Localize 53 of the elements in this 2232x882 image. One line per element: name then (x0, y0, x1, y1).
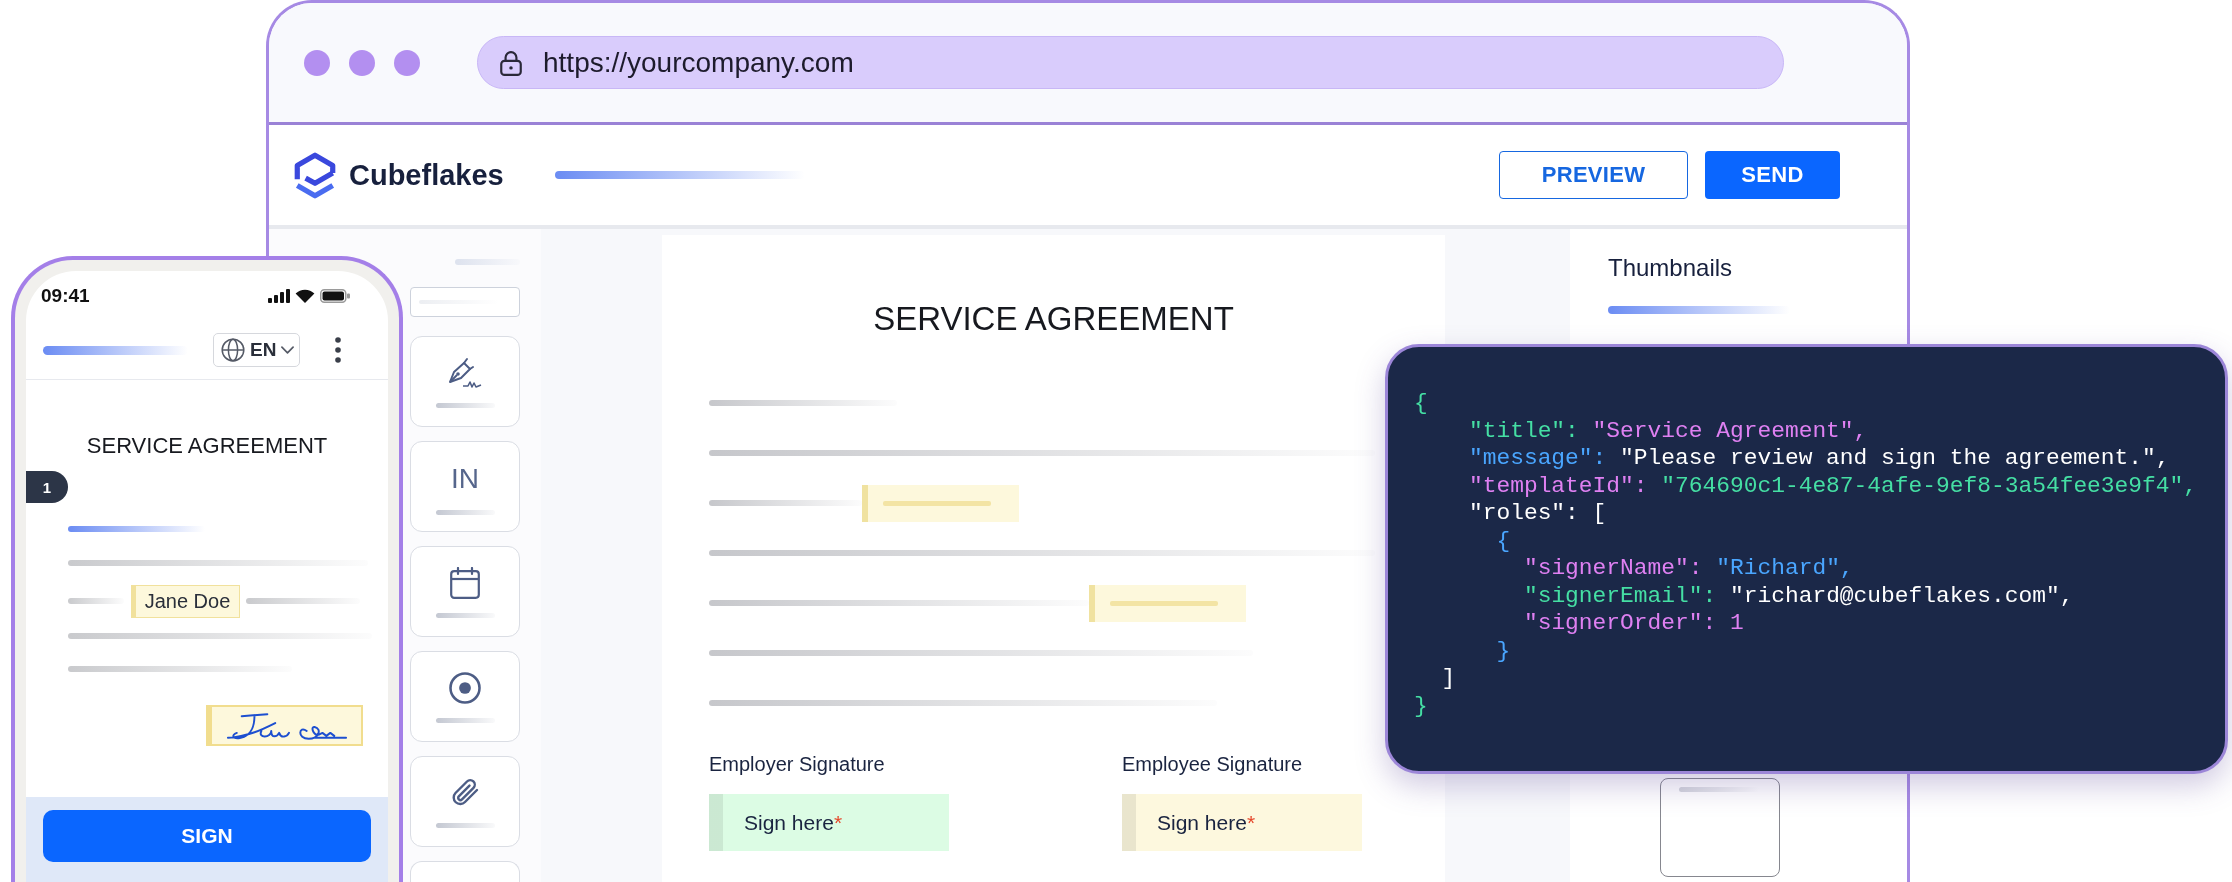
code-line: "templateId": "764690c1-4e87-4afe-9ef8-3a54fee3e9f4", (1468, 472, 2197, 500)
more-icon[interactable] (335, 337, 341, 363)
address-bar[interactable]: https://yourcompany.com (477, 36, 1784, 89)
signature-field[interactable] (206, 705, 363, 746)
window-dot-icon[interactable] (304, 49, 330, 76)
send-button[interactable]: SEND (1705, 151, 1840, 199)
input-field[interactable] (862, 484, 1019, 522)
signature-field[interactable]: Sign here* (709, 794, 949, 851)
name-field[interactable]: Jane Doe (131, 584, 240, 618)
code-line: "signerOrder": 1 (1523, 610, 1744, 638)
tool-button[interactable] (410, 546, 520, 637)
input-field[interactable] (410, 287, 520, 317)
tool-button[interactable] (410, 756, 520, 847)
code-line: "signerName": "Richard", (1523, 555, 1854, 583)
lock-icon (500, 49, 522, 76)
tool-button[interactable] (410, 651, 520, 742)
brand-name: Cubeflakes (349, 158, 504, 192)
preview-button[interactable]: PREVIEW (1499, 151, 1688, 199)
chevron-down-icon (281, 346, 295, 354)
globe-icon (221, 338, 245, 362)
calendar-icon (450, 567, 480, 599)
code-line: { (1414, 390, 1428, 418)
page-thumbnail[interactable] (1660, 778, 1780, 877)
tool-button[interactable]: IN (410, 441, 520, 532)
signature-label: Employee Signature (1122, 752, 1304, 776)
status-time: 09:41 (41, 285, 90, 307)
sign-button[interactable]: SIGN (43, 810, 371, 862)
code-line: "message": "Please review and sign the agreement.", (1468, 445, 2170, 473)
code-line: { (1496, 527, 1511, 555)
signature-field[interactable]: Sign here* (1122, 794, 1362, 851)
code-line: } (1496, 637, 1511, 665)
logo-icon (292, 150, 338, 200)
signal-icon (268, 289, 290, 303)
window-dot-icon[interactable] (349, 49, 375, 76)
code-line: "signerEmail": "richard@cubeflakes.com", (1523, 582, 2074, 610)
placeholder-bar (455, 259, 520, 265)
code-line: "roles": [ (1468, 500, 1607, 528)
code-line: "title": "Service Agreement", (1468, 417, 1868, 445)
language-dropdown[interactable]: EN (213, 333, 300, 367)
panel-title: Thumbnails (1608, 254, 1733, 282)
code-line: } (1414, 692, 1428, 720)
code-line: ] (1441, 665, 1456, 693)
radio-button-icon (449, 672, 481, 704)
window-dot-icon[interactable] (394, 49, 420, 76)
page-number-badge: 1 (26, 471, 68, 503)
document-title: SERVICE AGREEMENT (873, 300, 1234, 338)
pen-signature-icon (447, 357, 483, 389)
wifi-icon (295, 289, 315, 303)
battery-icon (320, 289, 350, 303)
placeholder-line (68, 598, 124, 604)
document-title: SERVICE AGREEMENT (86, 434, 328, 458)
input-field[interactable] (1089, 584, 1246, 622)
signature-label: Employer Signature (709, 752, 886, 776)
